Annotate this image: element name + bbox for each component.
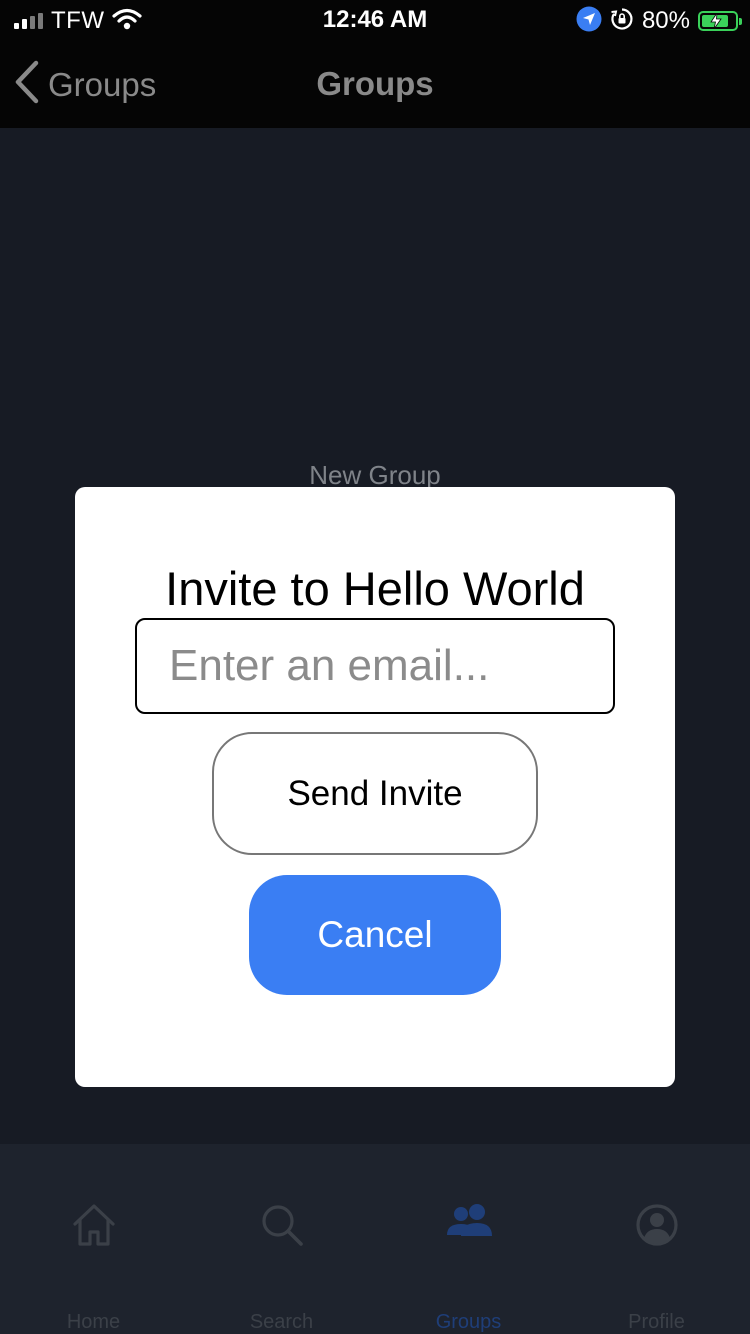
send-invite-button[interactable]: Send Invite [212, 732, 538, 855]
modal-overlay: Invite to Hello World Send Invite Cancel [0, 0, 750, 1334]
dialog-title: Invite to Hello World [165, 562, 585, 615]
email-input[interactable] [135, 618, 615, 714]
cancel-button[interactable]: Cancel [249, 875, 501, 995]
invite-dialog: Invite to Hello World Send Invite Cancel [75, 487, 675, 1087]
